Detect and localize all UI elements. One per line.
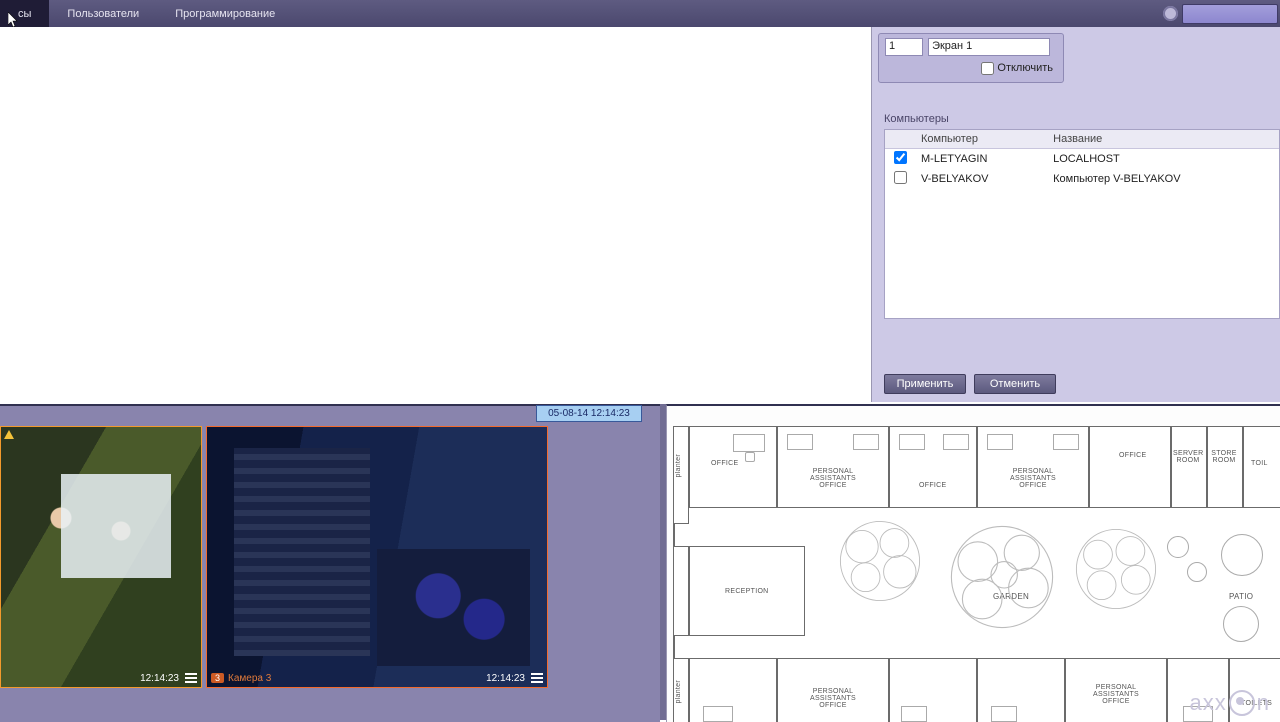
label-server: SERVER ROOM — [1173, 450, 1203, 464]
row-computer: M-LETYAGIN — [915, 149, 1047, 170]
menu-item-programming-label: Программирование — [175, 8, 275, 20]
map-panel[interactable]: planter OFFICE PERSONAL ASSISTANTS OFFIC… — [666, 404, 1280, 722]
menu-bar: сы Пользователи Программирование — [0, 0, 1280, 27]
computers-section: Компьютеры Компьютер Название M-LETYAGIN… — [884, 113, 1280, 323]
menu-icon[interactable] — [185, 673, 197, 683]
label-pa-office: PERSONAL ASSISTANTS OFFICE — [791, 688, 875, 709]
label-planter: planter — [675, 680, 682, 704]
camera-2-scene — [207, 427, 547, 687]
row-checkbox[interactable] — [894, 151, 907, 164]
col-computer: Компьютер — [915, 130, 1047, 149]
label-patio: PATIO — [1229, 592, 1253, 601]
tree-icon — [835, 516, 925, 606]
label-pa-office: PERSONAL ASSISTANTS OFFICE — [991, 468, 1075, 489]
work-area — [0, 27, 872, 402]
brand-watermark: axx n — [1190, 690, 1271, 716]
pin-icon — [4, 430, 14, 440]
row-name: LOCALHOST — [1047, 149, 1279, 170]
menu-item-programming[interactable]: Программирование — [157, 0, 293, 27]
disable-checkbox-label[interactable]: Отключить — [981, 62, 1053, 74]
label-store: STORE ROOM — [1209, 450, 1239, 464]
label-toilets-top: TOIL — [1251, 460, 1268, 467]
label-office: OFFICE — [711, 460, 738, 467]
camera-1-time: 12:14:23 — [140, 673, 179, 684]
search-input[interactable] — [1182, 4, 1278, 24]
menu-item-users[interactable]: Пользователи — [49, 0, 157, 27]
camera-tile-2[interactable]: 3 Камера 3 12:14:23 — [206, 426, 548, 688]
datetime-display: 05-08-14 12:14:23 — [536, 405, 642, 422]
label-planter: planter — [675, 454, 682, 478]
label-office: OFFICE — [919, 482, 946, 489]
video-panel: 05-08-14 12:14:23 12:14:23 3 Камера 3 12… — [0, 404, 660, 722]
camera-1-overlay: 12:14:23 — [1, 669, 201, 687]
cancel-button[interactable]: Отменить — [974, 374, 1056, 394]
camera-2-badge: 3 — [211, 673, 224, 683]
apply-button[interactable]: Применить — [884, 374, 966, 394]
menu-item-active-label: сы — [18, 8, 31, 20]
disable-label-text: Отключить — [997, 62, 1053, 74]
table-row[interactable]: V-BELYAKOV Компьютер V-BELYAKOV — [885, 169, 1279, 189]
tree-icon — [1071, 524, 1161, 614]
label-pa-office: PERSONAL ASSISTANTS OFFICE — [1077, 684, 1155, 705]
brand-text-2: n — [1257, 690, 1270, 716]
camera-2-label: Камера 3 — [228, 673, 271, 684]
menu-item-users-label: Пользователи — [67, 8, 139, 20]
disable-checkbox[interactable] — [981, 62, 994, 75]
col-check — [885, 130, 915, 149]
menu-icon[interactable] — [531, 673, 543, 683]
row-checkbox[interactable] — [894, 171, 907, 184]
camera-tile-1[interactable]: 12:14:23 — [0, 426, 202, 688]
camera-2-overlay: 3 Камера 3 12:14:23 — [207, 669, 547, 687]
cursor-icon — [8, 12, 19, 28]
brand-text: axx — [1190, 690, 1227, 716]
row-computer: V-BELYAKOV — [915, 169, 1047, 189]
camera-2-time: 12:14:23 — [486, 673, 525, 684]
computers-caption: Компьютеры — [884, 113, 1280, 125]
label-pa-office: PERSONAL ASSISTANTS OFFICE — [791, 468, 875, 489]
table-row[interactable]: M-LETYAGIN LOCALHOST — [885, 149, 1279, 170]
tree-icon — [947, 522, 1057, 632]
screen-settings-box: 1 Экран 1 Отключить — [878, 33, 1064, 83]
computers-grid[interactable]: Компьютер Название M-LETYAGIN LOCALHOST … — [884, 129, 1280, 319]
label-reception: RECEPTION — [725, 588, 769, 595]
label-office: OFFICE — [1119, 452, 1146, 459]
camera-1-scene — [1, 427, 201, 687]
row-name: Компьютер V-BELYAKOV — [1047, 169, 1279, 189]
screen-name-field[interactable]: Экран 1 — [928, 38, 1050, 56]
screen-number-field[interactable]: 1 — [885, 38, 923, 56]
col-name: Название — [1047, 130, 1279, 149]
floorplan: planter OFFICE PERSONAL ASSISTANTS OFFIC… — [667, 406, 1280, 722]
config-panel: 1 Экран 1 Отключить Компьютеры Компьютер… — [872, 27, 1280, 402]
button-row: Применить Отменить — [884, 374, 1056, 394]
gear-icon[interactable] — [1163, 6, 1178, 21]
brand-eye-icon — [1229, 690, 1255, 716]
